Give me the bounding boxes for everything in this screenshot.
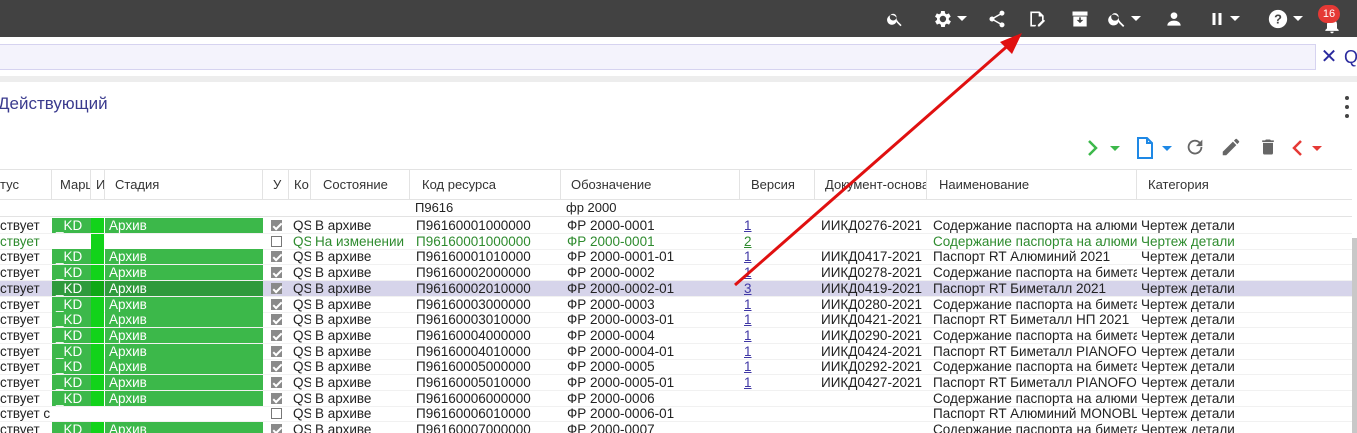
annotation-arrow [734, 33, 1022, 287]
